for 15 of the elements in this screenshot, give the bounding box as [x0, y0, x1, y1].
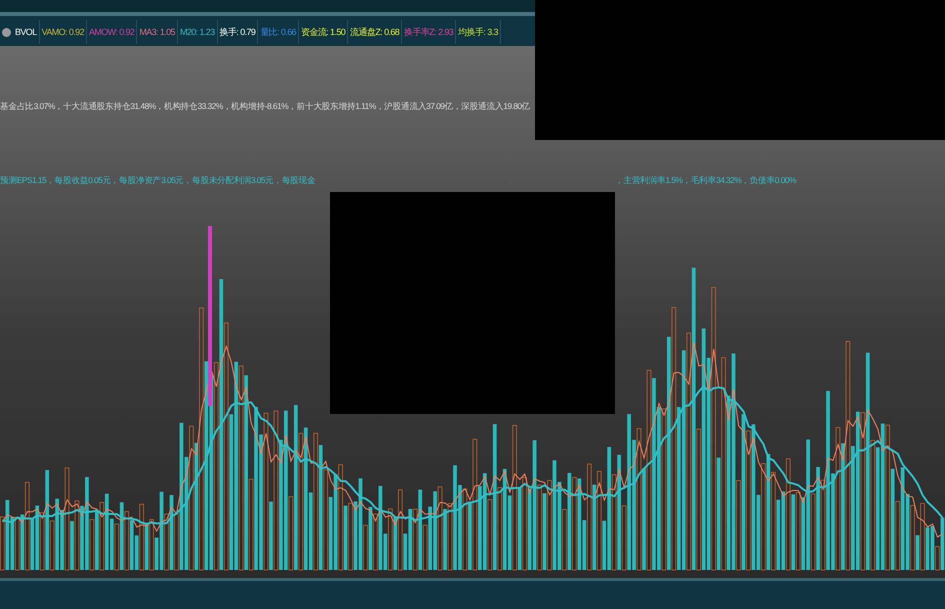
legend-label: 换手率Z: 2.93	[402, 20, 456, 44]
circle-icon	[2, 28, 11, 36]
legend-label: 流通盘Z: 0.68	[348, 20, 402, 44]
info-text: 基金占比3.07%，十大流通股东持仓31.48%，机构持仓33.32%，机构增持-8.61%，前十大股东增持1.11%，沪股通流入37.09亿，深股通流入19.80亿	[0, 100, 530, 112]
legend-label: AMOW: 0.92	[86, 20, 138, 44]
legend-label: M20: 1.23	[178, 20, 218, 44]
legend-label: 量比: 0.66	[258, 20, 300, 44]
legend-label: 均换手: 3.3	[456, 20, 501, 44]
legend-label: BVOL	[13, 20, 40, 44]
legend-label: 换手: 0.79	[218, 20, 258, 44]
legend-label: 资金流: 1.50	[299, 20, 348, 44]
info-text: 预测EPS1.15，每股收益0.05元，每股净资产3.05元，每股未分配利润3.05元，每股现金	[0, 174, 316, 186]
legend-label: VAMO: 0.92	[40, 20, 87, 44]
info-text: ，主营利润率1.5%，毛利率34.32%，负债率0.00%	[615, 174, 796, 186]
legend-label: MA3: 1.05	[137, 20, 178, 44]
